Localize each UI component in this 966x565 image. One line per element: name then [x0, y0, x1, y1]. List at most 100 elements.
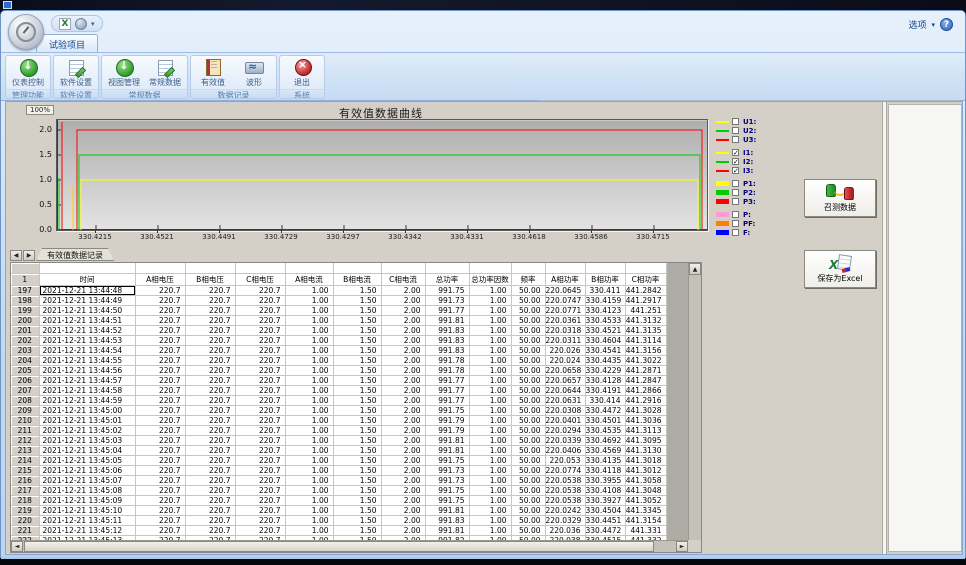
- table-cell[interactable]: 2.00: [381, 355, 425, 365]
- header-cell[interactable]: [39, 263, 135, 273]
- legend-checkbox[interactable]: [732, 229, 739, 236]
- table-cell[interactable]: 220.0361: [545, 315, 585, 325]
- table-cell[interactable]: 220.0401: [545, 415, 585, 425]
- table-cell[interactable]: 220.0771: [545, 305, 585, 315]
- table-cell[interactable]: 1.00: [469, 485, 511, 495]
- row-number-cell[interactable]: 201: [11, 325, 39, 335]
- table-cell[interactable]: 220.7: [235, 475, 285, 485]
- table-cell[interactable]: 220.7: [185, 335, 235, 345]
- header-cell[interactable]: [469, 263, 511, 273]
- table-cell[interactable]: 220.0538: [545, 475, 585, 485]
- table-cell[interactable]: 220.7: [235, 435, 285, 445]
- table-cell[interactable]: 2.00: [381, 435, 425, 445]
- table-cell[interactable]: 220.7: [135, 495, 185, 505]
- table-cell[interactable]: 220.7: [235, 375, 285, 385]
- table-cell[interactable]: 1.00: [469, 445, 511, 455]
- table-cell[interactable]: 2021-12-21 13:44:51: [39, 315, 135, 325]
- table-cell[interactable]: 1.50: [333, 375, 381, 385]
- table-cell[interactable]: 220.7: [185, 445, 235, 455]
- table-cell[interactable]: 220.7: [135, 425, 185, 435]
- row-number-cell[interactable]: 197: [11, 285, 39, 295]
- table-cell[interactable]: 991.83: [425, 335, 469, 345]
- table-cell[interactable]: 220.0774: [545, 465, 585, 475]
- table-cell[interactable]: 220.7: [135, 475, 185, 485]
- exit-button[interactable]: 退出: [283, 57, 321, 88]
- table-cell[interactable]: 1.00: [285, 415, 333, 425]
- table-cell[interactable]: 220.7: [135, 285, 185, 295]
- table-cell[interactable]: 220.7: [235, 445, 285, 455]
- table-cell[interactable]: 1.00: [285, 345, 333, 355]
- table-cell[interactable]: 1.00: [469, 385, 511, 395]
- table-cell[interactable]: 2021-12-21 13:44:54: [39, 345, 135, 355]
- table-cell[interactable]: 50.00: [511, 415, 545, 425]
- table-cell[interactable]: 1.00: [469, 475, 511, 485]
- table-cell[interactable]: 220.0308: [545, 405, 585, 415]
- zoom-level-label[interactable]: 100%: [26, 105, 54, 115]
- table-cell[interactable]: 991.77: [425, 305, 469, 315]
- row-number-cell[interactable]: 207: [11, 385, 39, 395]
- table-cell[interactable]: 2.00: [381, 485, 425, 495]
- table-cell[interactable]: 220.7: [235, 365, 285, 375]
- table-cell[interactable]: 330.4535: [585, 425, 625, 435]
- header-cell[interactable]: [425, 263, 469, 273]
- table-cell[interactable]: 1.50: [333, 325, 381, 335]
- table-cell[interactable]: 50.00: [511, 315, 545, 325]
- table-cell[interactable]: 2021-12-21 13:45:11: [39, 515, 135, 525]
- grid-corner-cell[interactable]: [11, 263, 39, 273]
- table-cell[interactable]: 1.00: [285, 455, 333, 465]
- table-cell[interactable]: 441.3058: [625, 475, 666, 485]
- table-cell[interactable]: 1.00: [469, 345, 511, 355]
- table-cell[interactable]: 1.00: [469, 495, 511, 505]
- row-number-cell[interactable]: 205: [11, 365, 39, 375]
- table-cell[interactable]: 50.00: [511, 455, 545, 465]
- legend-checkbox[interactable]: [732, 198, 739, 205]
- table-cell[interactable]: 2.00: [381, 455, 425, 465]
- column-title-cell[interactable]: 总功率因数: [469, 273, 511, 285]
- table-cell[interactable]: 2.00: [381, 375, 425, 385]
- table-cell[interactable]: 991.81: [425, 445, 469, 455]
- table-cell[interactable]: 991.78: [425, 365, 469, 375]
- table-cell[interactable]: 1.50: [333, 305, 381, 315]
- table-cell[interactable]: 2.00: [381, 395, 425, 405]
- table-cell[interactable]: 220.7: [135, 325, 185, 335]
- row-number-cell[interactable]: 198: [11, 295, 39, 305]
- table-cell[interactable]: 1.00: [285, 515, 333, 525]
- table-cell[interactable]: 1.00: [469, 405, 511, 415]
- header-cell[interactable]: [185, 263, 235, 273]
- table-cell[interactable]: 2021-12-21 13:45:01: [39, 415, 135, 425]
- table-cell[interactable]: 2.00: [381, 335, 425, 345]
- table-cell[interactable]: 220.0329: [545, 515, 585, 525]
- table-cell[interactable]: 441.3113: [625, 425, 666, 435]
- column-title-cell[interactable]: C相电压: [235, 273, 285, 285]
- table-cell[interactable]: 330.4604: [585, 335, 625, 345]
- vertical-scrollbar[interactable]: ▲: [688, 263, 701, 540]
- table-cell[interactable]: 330.4191: [585, 385, 625, 395]
- table-cell[interactable]: 2.00: [381, 475, 425, 485]
- table-cell[interactable]: 220.7: [135, 335, 185, 345]
- table-cell[interactable]: 991.81: [425, 525, 469, 535]
- table-cell[interactable]: 220.7: [235, 525, 285, 535]
- table-cell[interactable]: 220.0538: [545, 485, 585, 495]
- table-cell[interactable]: 1.00: [285, 375, 333, 385]
- row-number-cell[interactable]: 204: [11, 355, 39, 365]
- table-cell[interactable]: 220.036: [545, 525, 585, 535]
- table-cell[interactable]: 991.81: [425, 315, 469, 325]
- table-cell[interactable]: 220.7: [135, 295, 185, 305]
- table-cell[interactable]: 220.0242: [545, 505, 585, 515]
- table-cell[interactable]: 330.4533: [585, 315, 625, 325]
- table-cell[interactable]: 991.83: [425, 325, 469, 335]
- application-orb-button[interactable]: [8, 14, 44, 50]
- legend-checkbox[interactable]: [732, 189, 739, 196]
- table-cell[interactable]: 1.00: [285, 295, 333, 305]
- table-cell[interactable]: 1.00: [285, 355, 333, 365]
- table-cell[interactable]: 441.2916: [625, 395, 666, 405]
- legend-checkbox[interactable]: ✓: [732, 158, 739, 165]
- table-cell[interactable]: 220.7: [135, 405, 185, 415]
- table-cell[interactable]: 1.50: [333, 515, 381, 525]
- table-cell[interactable]: 2.00: [381, 345, 425, 355]
- table-cell[interactable]: 2021-12-21 13:45:04: [39, 445, 135, 455]
- table-cell[interactable]: 2021-12-21 13:44:59: [39, 395, 135, 405]
- table-cell[interactable]: 441.3048: [625, 485, 666, 495]
- rms-value-button[interactable]: 有效值: [194, 57, 232, 88]
- column-title-cell[interactable]: 时间: [39, 273, 135, 285]
